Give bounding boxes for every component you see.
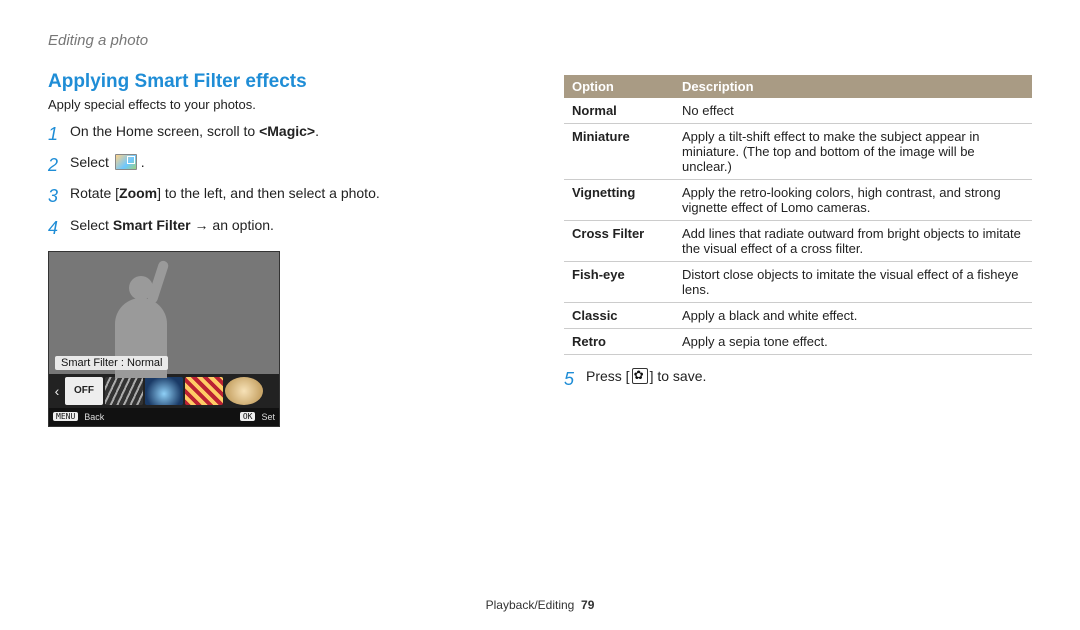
section-subheading: Apply special effects to your photos. (48, 97, 516, 112)
table-row: ClassicApply a black and white effect. (564, 303, 1032, 329)
footer-section: Playback/Editing (486, 598, 575, 612)
table-cell-option: Vignetting (564, 180, 674, 221)
footer-page-number: 79 (581, 598, 594, 612)
macro-flower-icon (632, 368, 648, 384)
step-number: 1 (48, 122, 70, 147)
table-cell-description: Apply a sepia tone effect. (674, 329, 1032, 355)
table-row: VignettingApply the retro-looking colors… (564, 180, 1032, 221)
step5-after: ] to save. (650, 368, 707, 384)
table-cell-description: Apply a black and white effect. (674, 303, 1032, 329)
table-cell-option: Normal (564, 98, 674, 124)
photo-edit-icon (115, 154, 137, 170)
filter-thumb-miniature[interactable] (105, 377, 143, 405)
page-topic: Editing a photo (48, 32, 1032, 49)
filter-thumb-cross[interactable] (185, 377, 223, 405)
step-text: On the Home screen, scroll to <Magic>. (70, 122, 516, 142)
chevron-left-icon[interactable]: ‹ (51, 383, 63, 399)
step-list-left: 1 On the Home screen, scroll to <Magic>.… (48, 122, 516, 241)
table-row: Cross FilterAdd lines that radiate outwa… (564, 221, 1032, 262)
table-header-option: Option (564, 75, 674, 98)
table-cell-option: Classic (564, 303, 674, 329)
table-cell-description: Apply a tilt-shift effect to make the su… (674, 124, 1032, 180)
filter-thumb-vignette[interactable] (145, 377, 183, 405)
step-number: 5 (564, 367, 586, 392)
left-column: Applying Smart Filter effects Apply spec… (48, 71, 516, 598)
table-row: RetroApply a sepia tone effect. (564, 329, 1032, 355)
table-cell-option: Fish-eye (564, 262, 674, 303)
options-table: Option Description NormalNo effectMiniat… (564, 75, 1032, 355)
table-row: NormalNo effect (564, 98, 1032, 124)
manual-page: Editing a photo Applying Smart Filter ef… (0, 0, 1080, 630)
step-4: 4 Select Smart Filter → an option. (48, 216, 516, 241)
table-cell-description: Distort close objects to imitate the vis… (674, 262, 1032, 303)
ok-set-label: Set (261, 412, 275, 422)
filter-thumb-fisheye[interactable] (225, 377, 263, 405)
right-column: Option Description NormalNo effectMiniat… (564, 71, 1032, 598)
two-column-layout: Applying Smart Filter effects Apply spec… (48, 71, 1032, 598)
step-text: Select Smart Filter → an option. (70, 216, 516, 236)
menu-button-icon[interactable]: MENU (53, 412, 78, 421)
step5-before: Press [ (586, 368, 630, 384)
table-cell-description: No effect (674, 98, 1032, 124)
table-cell-description: Add lines that radiate outward from brig… (674, 221, 1032, 262)
preview-filter-strip[interactable]: ‹ OFF (49, 374, 279, 408)
step-list-right: 5 Press [ ] to save. (564, 367, 1032, 392)
ok-button-icon[interactable]: OK (240, 412, 256, 421)
step-5: 5 Press [ ] to save. (564, 367, 1032, 392)
table-cell-option: Cross Filter (564, 221, 674, 262)
step-1: 1 On the Home screen, scroll to <Magic>. (48, 122, 516, 147)
step-number: 4 (48, 216, 70, 241)
menu-back-label: Back (84, 412, 104, 422)
camera-preview: Smart Filter : Normal ‹ OFF MENU Back OK… (48, 251, 280, 427)
step-text: Rotate [Zoom] to the left, and then sele… (70, 184, 516, 204)
options-table-body: NormalNo effectMiniatureApply a tilt-shi… (564, 98, 1032, 355)
section-heading: Applying Smart Filter effects (48, 71, 516, 93)
table-row: Fish-eyeDistort close objects to imitate… (564, 262, 1032, 303)
step-number: 2 (48, 153, 70, 178)
filter-thumb-off[interactable]: OFF (65, 377, 103, 405)
preview-footer-bar: MENU Back OK Set (49, 408, 279, 426)
table-cell-option: Miniature (564, 124, 674, 180)
step-text: Press [ ] to save. (586, 367, 1032, 387)
step-2: 2 Select . (48, 153, 516, 178)
preview-filter-label: Smart Filter : Normal (55, 356, 168, 370)
table-cell-option: Retro (564, 329, 674, 355)
preview-photo-area: Smart Filter : Normal (49, 252, 279, 374)
table-row: MiniatureApply a tilt-shift effect to ma… (564, 124, 1032, 180)
step-text: Select . (70, 153, 516, 173)
table-cell-description: Apply the retro-looking colors, high con… (674, 180, 1032, 221)
table-header-description: Description (674, 75, 1032, 98)
step-text-prefix: Select (70, 154, 113, 170)
step-3: 3 Rotate [Zoom] to the left, and then se… (48, 184, 516, 209)
step-number: 3 (48, 184, 70, 209)
page-footer: Playback/Editing 79 (48, 598, 1032, 612)
